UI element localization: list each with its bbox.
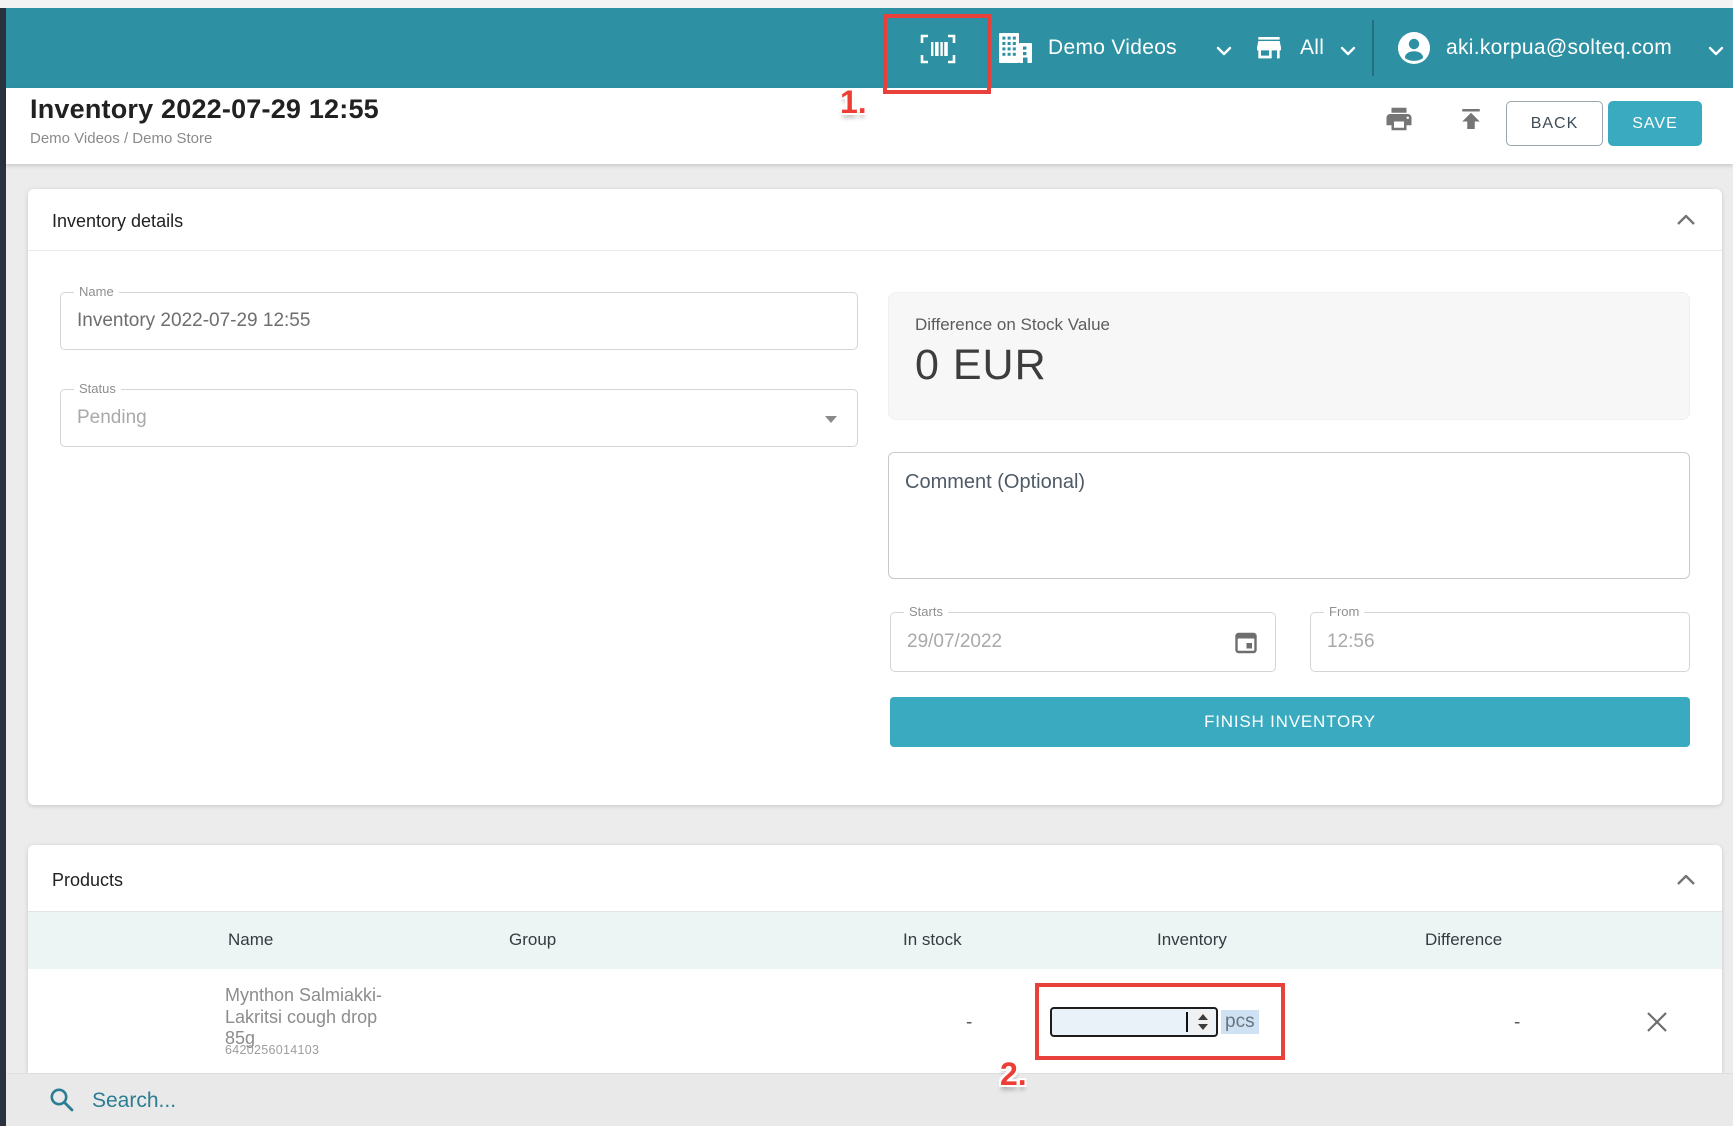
printer-icon[interactable] <box>1384 104 1414 134</box>
products-card: Products Name Group In stock Inventory D… <box>28 845 1722 1073</box>
window-top-strip <box>0 0 1733 8</box>
breadcrumb: Demo Videos / Demo Store <box>30 130 212 147</box>
stock-difference-value: 0 EUR <box>915 341 1047 390</box>
stepper-down-icon[interactable] <box>1198 1024 1208 1030</box>
store-selector[interactable]: All <box>1300 36 1324 60</box>
comment-textarea[interactable] <box>888 452 1690 579</box>
name-input[interactable] <box>61 293 857 349</box>
products-title: Products <box>52 870 123 891</box>
search-input[interactable] <box>90 1084 994 1118</box>
building-icon[interactable] <box>997 31 1035 65</box>
starts-date-field[interactable]: Starts 29/07/2022 <box>890 612 1276 672</box>
products-table-header: Name Group In stock Inventory Difference <box>28 911 1722 969</box>
inventory-details-title: Inventory details <box>52 211 183 232</box>
difference-value: - <box>1514 1012 1520 1034</box>
product-ean: 6420256014103 <box>225 1043 319 1057</box>
from-field-label: From <box>1324 604 1364 619</box>
appbar-divider <box>1372 20 1374 76</box>
barcode-scanner-icon[interactable] <box>918 33 958 65</box>
page-header: Inventory 2022-07-29 12:55 Demo Videos /… <box>6 88 1733 164</box>
from-value: 12:56 <box>1311 613 1689 671</box>
from-time-field[interactable]: From 12:56 <box>1310 612 1690 672</box>
text-cursor <box>1186 1012 1188 1032</box>
page-title: Inventory 2022-07-29 12:55 <box>30 94 379 125</box>
status-field-label: Status <box>74 381 121 396</box>
account-circle-icon[interactable] <box>1398 32 1430 64</box>
remove-row-close-icon[interactable] <box>1644 1009 1670 1035</box>
window-left-strip <box>0 8 6 1126</box>
stock-difference-panel: Difference on Stock Value 0 EUR <box>888 292 1690 420</box>
unit-label: pcs <box>1221 1010 1259 1034</box>
user-menu[interactable]: aki.korpua@solteq.com <box>1446 36 1672 60</box>
inventory-details-card: Inventory details Name Status Pending Di… <box>28 189 1722 805</box>
search-icon <box>48 1086 76 1114</box>
user-chevron-down-icon[interactable] <box>1708 43 1724 53</box>
finish-inventory-button[interactable]: FINISH INVENTORY <box>890 697 1690 747</box>
starts-value: 29/07/2022 <box>891 613 1275 671</box>
org-selector[interactable]: Demo Videos <box>1048 36 1177 60</box>
quantity-stepper[interactable] <box>1192 1010 1213 1034</box>
column-header-in-stock: In stock <box>903 930 962 950</box>
status-field[interactable]: Status Pending <box>60 389 858 447</box>
column-header-inventory: Inventory <box>1157 930 1227 950</box>
back-button[interactable]: BACK <box>1506 101 1603 146</box>
column-header-difference: Difference <box>1425 930 1502 950</box>
section-divider <box>28 250 1722 251</box>
name-field-label: Name <box>74 284 119 299</box>
save-button[interactable]: SAVE <box>1608 101 1702 146</box>
upload-icon[interactable] <box>1456 104 1486 134</box>
products-collapse-chevron-up-icon[interactable] <box>1676 873 1696 885</box>
storefront-icon[interactable] <box>1253 34 1285 64</box>
store-chevron-down-icon[interactable] <box>1340 43 1356 53</box>
starts-field-label: Starts <box>904 604 948 619</box>
product-name: Mynthon Salmiakki-Lakritsi cough drop 85… <box>225 985 403 1050</box>
collapse-chevron-up-icon[interactable] <box>1676 213 1696 225</box>
name-field[interactable]: Name <box>60 292 858 350</box>
column-header-name: Name <box>228 930 273 950</box>
column-header-group: Group <box>509 930 556 950</box>
product-search-bar <box>6 1073 1733 1126</box>
org-chevron-down-icon[interactable] <box>1216 43 1232 53</box>
status-dropdown-caret-icon <box>825 416 837 423</box>
stepper-up-icon[interactable] <box>1198 1014 1208 1020</box>
status-value: Pending <box>61 390 857 446</box>
app-bar: Demo Videos All aki.korpua@solteq.com <box>6 8 1733 88</box>
in-stock-value: - <box>966 1012 972 1034</box>
app-screen: Demo Videos All aki.korpua@solteq.com <box>0 0 1733 1126</box>
calendar-icon[interactable] <box>1233 629 1259 656</box>
stock-difference-label: Difference on Stock Value <box>915 315 1110 335</box>
